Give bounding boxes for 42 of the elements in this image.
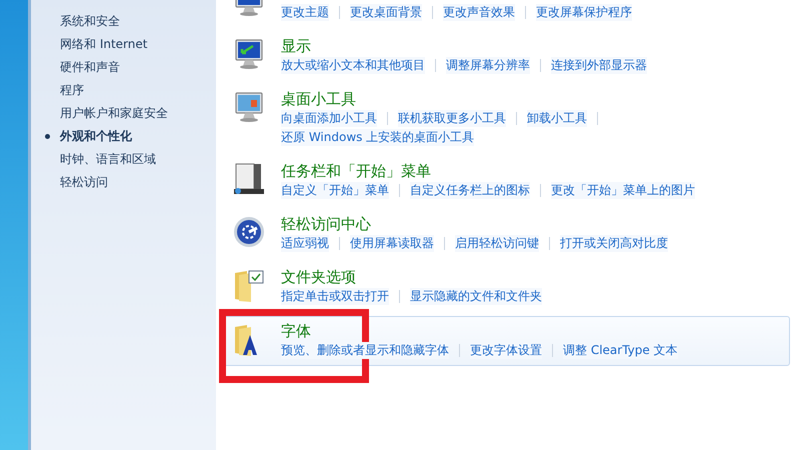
sidebar-item[interactable]: 硬件和声音 (31, 56, 216, 79)
taskbar-icon (233, 163, 265, 195)
category-title[interactable]: 字体 (281, 321, 678, 341)
task-link[interactable]: 调整屏幕分辨率 (446, 57, 530, 74)
sidebar-item[interactable]: 轻松访问 (31, 171, 216, 194)
task-link[interactable]: 预览、删除或者显示和隐藏字体 (281, 342, 449, 359)
category-title[interactable]: 轻松访问中心 (281, 214, 668, 234)
task-link[interactable]: 更改屏幕保护程序 (536, 4, 632, 21)
sidebar-item[interactable]: 外观和个性化 (31, 125, 216, 148)
task-link[interactable]: 启用轻松访问键 (455, 235, 539, 252)
monitor-icon (233, 91, 265, 123)
category-title[interactable]: 桌面小工具 (281, 89, 608, 109)
folder-icon (233, 269, 265, 303)
task-link[interactable]: 连接到外部显示器 (551, 57, 647, 74)
task-link[interactable]: 更改主题 (281, 4, 329, 21)
sidebar-item[interactable]: 网络和 Internet (31, 33, 216, 56)
task-link[interactable]: 更改字体设置 (470, 342, 542, 359)
task-link[interactable]: 指定单击或双击打开 (281, 288, 389, 305)
task-link[interactable]: 自定义任务栏上的图标 (410, 182, 530, 199)
category-title[interactable]: 文件夹选项 (281, 267, 542, 287)
task-link[interactable]: 联机获取更多小工具 (398, 110, 506, 127)
task-link[interactable]: 自定义「开始」菜单 (281, 182, 389, 199)
monitor-icon (233, 38, 265, 70)
task-link[interactable]: 卸载小工具 (527, 110, 587, 127)
task-link[interactable]: 显示隐藏的文件和文件夹 (410, 288, 542, 305)
task-link[interactable]: 更改桌面背景 (350, 4, 422, 21)
task-link[interactable]: 更改声音效果 (443, 4, 515, 21)
task-link[interactable]: 使用屏幕读取器 (350, 235, 434, 252)
sidebar-item[interactable]: 程序 (31, 79, 216, 102)
sidebar-item[interactable]: 系统和安全 (31, 10, 216, 33)
task-link[interactable]: 打开或关闭高对比度 (560, 235, 668, 252)
task-link[interactable]: 调整 ClearType 文本 (563, 342, 678, 359)
category-title[interactable]: 显示 (281, 36, 647, 56)
task-link[interactable]: 更改「开始」菜单上的图片 (551, 182, 695, 199)
sidebar-item[interactable]: 用户帐户和家庭安全 (31, 102, 216, 125)
task-link[interactable]: 适应弱视 (281, 235, 329, 252)
task-link[interactable]: 还原 Windows 上安装的桌面小工具 (281, 129, 474, 146)
task-link[interactable]: 放大或缩小文本和其他项目 (281, 57, 425, 74)
sidebar-item[interactable]: 时钟、语言和区域 (31, 148, 216, 171)
accessibility-icon (233, 216, 265, 248)
task-link[interactable]: 向桌面添加小工具 (281, 110, 377, 127)
category-title[interactable]: 任务栏和「开始」菜单 (281, 161, 695, 181)
